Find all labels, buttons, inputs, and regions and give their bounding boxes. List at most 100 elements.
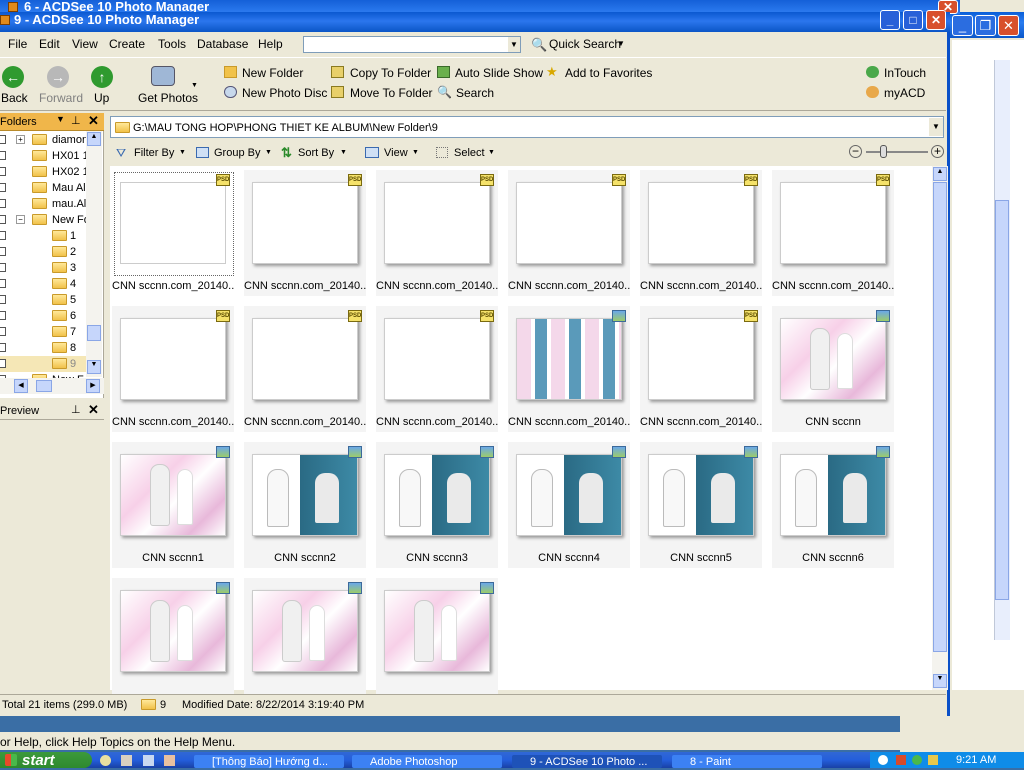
taskbar-item-acdsee[interactable]: 9 - ACDSee 10 Photo ... (512, 755, 662, 768)
quicklaunch-browser-icon[interactable] (100, 755, 111, 766)
folder-checkbox[interactable] (0, 183, 6, 192)
folder-tree-item[interactable]: − New Fo (0, 212, 86, 228)
chevron-down-icon[interactable]: ▼ (265, 149, 272, 156)
scroll-left-icon[interactable]: ◀ (14, 379, 28, 393)
thumbnail-item[interactable]: CNN sccnn (772, 306, 894, 432)
thumbnail-item[interactable]: CNN sccnn3 (376, 442, 498, 568)
pin-icon[interactable]: ⊥ (71, 114, 81, 127)
start-button[interactable]: start (0, 752, 92, 769)
zoom-slider-thumb[interactable] (880, 145, 887, 158)
menu-create[interactable]: Create (109, 37, 145, 51)
file-list-vscrollbar[interactable]: ▲ ▼ (932, 166, 948, 690)
zoom-in-icon[interactable]: + (931, 145, 944, 158)
quicklaunch-media-icon[interactable] (164, 755, 175, 766)
close-panel-icon[interactable]: ✕ (88, 113, 99, 129)
thumbnail-item[interactable]: CNN sccnn2 (244, 442, 366, 568)
menu-edit[interactable]: Edit (39, 37, 60, 51)
thumbnail-item[interactable]: PSD CNN sccnn.com_20140... (376, 306, 498, 432)
folder-checkbox[interactable] (0, 343, 6, 352)
forward-button[interactable]: Forward (39, 91, 83, 105)
bg-minimize-button[interactable]: _ (952, 15, 973, 36)
thumbnail-item[interactable] (112, 578, 234, 704)
folder-checkbox[interactable] (0, 167, 6, 176)
folder-checkbox[interactable] (0, 247, 6, 256)
quick-search-button[interactable]: Quick Search (549, 37, 621, 51)
tray-icon[interactable] (878, 755, 888, 765)
chevron-down-icon[interactable]: ▼ (412, 149, 419, 156)
back-arrow-icon[interactable]: ← (2, 66, 24, 88)
address-bar[interactable]: G:\MAU TONG HOP\PHONG THIET KE ALBUM\New… (110, 116, 944, 138)
folder-tree-item[interactable]: 3 (0, 260, 86, 276)
group-by-button[interactable]: Group By (214, 147, 260, 159)
folder-tree-item[interactable]: 9 (0, 356, 86, 372)
scroll-down-icon[interactable]: ▼ (87, 360, 101, 374)
folder-checkbox[interactable] (0, 279, 6, 288)
thumbnail-item[interactable]: PSD CNN sccnn.com_20140... (244, 306, 366, 432)
thumbnail-item[interactable]: PSD CNN sccnn.com_20140... (508, 170, 630, 296)
folder-checkbox[interactable] (0, 135, 6, 144)
zoom-out-icon[interactable]: − (849, 145, 862, 158)
thumbnail-item[interactable]: PSD CNN sccnn.com_20140... (376, 170, 498, 296)
intouch-button[interactable]: InTouch (884, 66, 926, 80)
quick-search-dropdown-icon[interactable]: ▼ (508, 37, 520, 52)
move-to-folder-button[interactable]: Move To Folder (350, 86, 432, 100)
minimize-button[interactable]: _ (880, 10, 900, 30)
chevron-down-icon[interactable]: ▼ (179, 149, 186, 156)
camera-icon[interactable] (151, 66, 175, 86)
search-button[interactable]: Search (456, 86, 494, 100)
thumbnail-item[interactable]: PSD CNN sccnn.com_20140... (640, 170, 762, 296)
chevron-down-icon[interactable]: ▼ (617, 39, 625, 48)
folder-tree-item[interactable]: 6 (0, 308, 86, 324)
filter-by-button[interactable]: Filter By (134, 147, 174, 159)
auto-slide-show-button[interactable]: Auto Slide Show (455, 66, 543, 80)
thumbnail-item[interactable] (376, 578, 498, 704)
thumbnail-item[interactable]: PSD CNN sccnn.com_20140... (772, 170, 894, 296)
thumbnail-item[interactable] (244, 578, 366, 704)
folder-checkbox[interactable] (0, 311, 6, 320)
folder-checkbox[interactable] (0, 215, 6, 224)
chevron-down-icon[interactable]: ▼ (488, 149, 495, 156)
close-panel-icon[interactable]: ✕ (88, 402, 99, 418)
dropdown-icon[interactable]: ▼ (56, 114, 65, 124)
thumbnail-item[interactable]: PSD CNN sccnn.com_20140... (112, 170, 234, 296)
folder-tree-item[interactable]: HX02 1 (0, 164, 86, 180)
scroll-thumb[interactable] (933, 182, 947, 652)
folder-tree-hscrollbar[interactable]: ◀ ▶ (0, 378, 104, 394)
view-button[interactable]: View (384, 147, 408, 159)
folder-tree-item[interactable]: 7 (0, 324, 86, 340)
folder-checkbox[interactable] (0, 295, 6, 304)
folder-tree-item[interactable]: HX01 1 (0, 148, 86, 164)
chevron-down-icon[interactable]: ▼ (340, 149, 347, 156)
thumbnail-item[interactable]: CNN sccnn4 (508, 442, 630, 568)
add-to-favorites-button[interactable]: Add to Favorites (565, 66, 652, 80)
taskbar-item-photoshop[interactable]: Adobe Photoshop (352, 755, 502, 768)
folder-tree-item[interactable]: 8 (0, 340, 86, 356)
scroll-right-icon[interactable]: ▶ (86, 379, 100, 393)
menu-database[interactable]: Database (197, 37, 248, 51)
thumbnail-item[interactable]: CNN sccnn.com_20140... (508, 306, 630, 432)
quick-search-input[interactable] (303, 36, 521, 53)
folder-tree-item[interactable]: + diamon (0, 132, 86, 148)
new-photo-disc-button[interactable]: New Photo Disc (242, 86, 327, 100)
myacd-button[interactable]: myACD (884, 86, 925, 100)
back-button[interactable]: Back (1, 91, 28, 105)
collapse-icon[interactable]: − (16, 215, 25, 224)
select-button[interactable]: Select (454, 147, 485, 159)
up-arrow-icon[interactable]: ↑ (91, 66, 113, 88)
folder-checkbox[interactable] (0, 231, 6, 240)
bg-scroll-thumb[interactable] (995, 200, 1009, 600)
sort-by-button[interactable]: Sort By (298, 147, 334, 159)
copy-to-folder-button[interactable]: Copy To Folder (350, 66, 431, 80)
thumbnail-item[interactable]: CNN sccnn5 (640, 442, 762, 568)
menu-help[interactable]: Help (258, 37, 283, 51)
hscroll-thumb[interactable] (36, 380, 52, 392)
thumbnail-item[interactable]: CNN sccnn1 (112, 442, 234, 568)
thumbnail-item[interactable]: PSD CNN sccnn.com_20140... (244, 170, 366, 296)
get-photos-button[interactable]: Get Photos (138, 91, 198, 105)
menu-file[interactable]: File (8, 37, 27, 51)
taskbar-item-browser[interactable]: [Thông Báo] Hướng d... (194, 755, 344, 768)
maximize-button[interactable]: □ (903, 10, 923, 30)
folder-checkbox[interactable] (0, 327, 6, 336)
scroll-down-icon[interactable]: ▼ (933, 674, 947, 688)
bg-restore-button[interactable]: ❐ (975, 15, 996, 36)
